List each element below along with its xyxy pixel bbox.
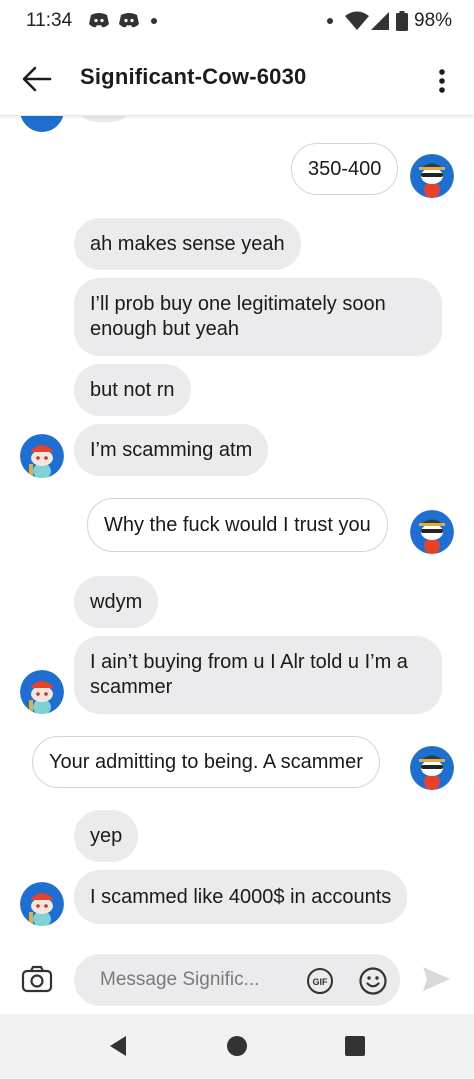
message-text: 350-400: [308, 157, 382, 180]
system-navigation-bar: [0, 1014, 474, 1079]
snoo-avatar-icon: [410, 746, 454, 790]
message-bubble-outgoing: Your admitting to being. A scammer: [32, 736, 380, 788]
message-bubble-incoming: I’m scamming atm: [74, 424, 269, 476]
battery-icon: [396, 11, 408, 31]
nav-back-icon[interactable]: [106, 1034, 130, 1058]
message-text: ah makes sense yeah: [90, 232, 285, 255]
back-arrow-icon[interactable]: [20, 62, 54, 96]
message-bubble-incoming: but not rn: [74, 364, 191, 416]
snoo-avatar-icon: [410, 510, 454, 554]
chat-title: Significant-Cow-6030: [80, 64, 307, 89]
message-text: I ain’t buying from u I Alr told u I’m a…: [90, 651, 408, 698]
gif-icon[interactable]: GIF: [306, 967, 334, 995]
send-icon[interactable]: [420, 963, 452, 995]
signal-icon: [371, 12, 389, 30]
nav-home-icon[interactable]: [225, 1034, 249, 1058]
battery-percent: 98%: [414, 10, 453, 31]
message-bubble-outgoing: 350-400: [291, 143, 399, 195]
avatar[interactable]: [410, 746, 454, 790]
dot-icon: [151, 18, 157, 24]
message-text: but not rn: [90, 378, 175, 401]
snoo-avatar-icon: [410, 154, 454, 198]
message-text: I scammed like 4000$ in accounts: [90, 885, 392, 908]
message-text: Your admitting to being. A scammer: [49, 750, 363, 773]
message-input-placeholder: Message Signific...: [100, 969, 260, 990]
camera-icon[interactable]: [20, 962, 54, 996]
snoo-avatar-icon: [20, 882, 64, 926]
message-bubble-incoming: yep: [74, 810, 139, 862]
avatar[interactable]: [20, 434, 64, 478]
avatar[interactable]: [20, 882, 64, 926]
wifi-icon: [345, 11, 369, 30]
nav-recents-icon[interactable]: [343, 1034, 367, 1058]
message-bubble-incoming: ah makes sense yeah: [74, 218, 301, 270]
more-vertical-icon[interactable]: [430, 64, 454, 98]
chat-header: Significant-Cow-6030: [0, 44, 474, 116]
message-text: yep: [90, 824, 123, 847]
message-bubble-incoming: I ain’t buying from u I Alr told u I’m a…: [74, 636, 442, 714]
avatar[interactable]: [20, 670, 64, 714]
svg-text:GIF: GIF: [313, 977, 329, 987]
message-bubble-incoming: I scammed like 4000$ in accounts: [74, 870, 408, 924]
message-list[interactable]: 350-400 ah makes sense yeah I’ll prob bu…: [0, 116, 474, 950]
status-time: 11:34: [26, 10, 73, 31]
message-bubble-incoming: wdym: [74, 576, 159, 628]
avatar[interactable]: [20, 116, 64, 132]
snoo-avatar-icon: [20, 670, 64, 714]
message-bubble-incoming: I’ll prob buy one legitimately soon enou…: [74, 278, 442, 356]
message-bubble-outgoing: Why the fuck would I trust you: [87, 498, 388, 552]
emoji-icon[interactable]: [358, 966, 388, 996]
message-text: I’ll prob buy one legitimately soon enou…: [90, 293, 386, 340]
message-input[interactable]: Message Signific... GIF: [74, 954, 400, 1006]
message-bubble-incoming: [74, 116, 134, 122]
message-composer: Message Signific... GIF: [0, 950, 474, 1014]
snoo-avatar-icon: [20, 434, 64, 478]
message-text: wdym: [90, 590, 143, 613]
dot-icon: [327, 18, 333, 24]
message-text: Why the fuck would I trust you: [104, 513, 371, 536]
avatar[interactable]: [410, 154, 454, 198]
discord-icon: [89, 13, 109, 28]
message-text: I’m scamming atm: [90, 438, 253, 461]
discord-icon: [119, 13, 139, 28]
avatar[interactable]: [410, 510, 454, 554]
status-bar: 11:34 98%: [0, 0, 474, 44]
